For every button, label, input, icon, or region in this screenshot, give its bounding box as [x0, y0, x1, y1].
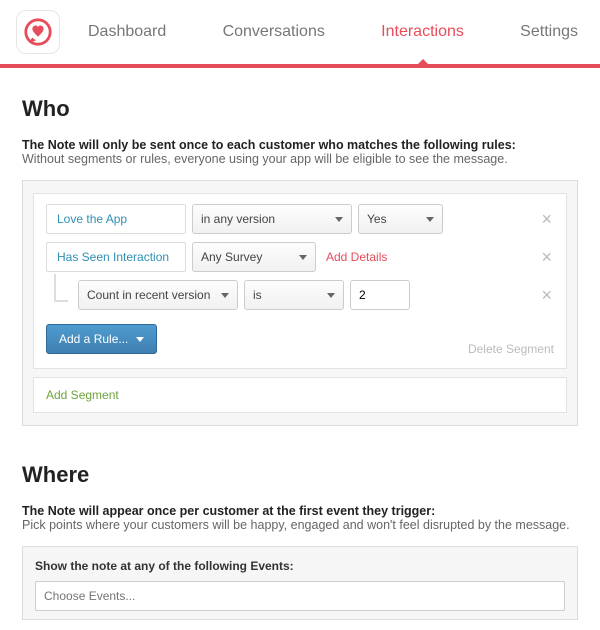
value-select[interactable]: Yes	[358, 204, 443, 234]
operator-select[interactable]: is	[244, 280, 344, 310]
rule-chip[interactable]: Love the App	[46, 204, 186, 234]
count-input[interactable]	[350, 280, 410, 310]
chevron-down-icon	[299, 255, 307, 260]
who-lead-strong: The Note will only be sent once to each …	[22, 138, 578, 152]
survey-select[interactable]: Any Survey	[192, 242, 316, 272]
survey-select-label: Any Survey	[201, 250, 262, 264]
add-rule-button[interactable]: Add a Rule...	[46, 324, 157, 354]
who-lead-sub: Without segments or rules, everyone usin…	[22, 152, 578, 166]
heart-bubble-icon	[23, 17, 53, 47]
rule-sub-row: Count in recent version is ×	[46, 280, 554, 310]
tab-dashboard[interactable]: Dashboard	[82, 1, 172, 63]
rule-chip[interactable]: Has Seen Interaction	[46, 242, 186, 272]
chevron-down-icon	[426, 217, 434, 222]
version-select[interactable]: in any version	[192, 204, 352, 234]
rule-row: Has Seen Interaction Any Survey Add Deta…	[46, 242, 554, 272]
chevron-down-icon	[136, 337, 144, 342]
indent-line	[54, 274, 68, 302]
add-segment-button[interactable]: Add Segment	[33, 377, 567, 413]
add-details-link[interactable]: Add Details	[326, 250, 387, 264]
top-nav: Dashboard Conversations Interactions Set…	[0, 0, 600, 68]
rule-row: Love the App in any version Yes ×	[46, 204, 554, 234]
tab-interactions[interactable]: Interactions	[375, 1, 470, 63]
chevron-down-icon	[327, 293, 335, 298]
chevron-down-icon	[221, 293, 229, 298]
version-select-label: in any version	[201, 212, 275, 226]
metric-select[interactable]: Count in recent version	[78, 280, 238, 310]
events-input[interactable]	[35, 581, 565, 611]
remove-rule-icon[interactable]: ×	[539, 248, 554, 266]
remove-rule-icon[interactable]: ×	[539, 210, 554, 228]
events-panel: Show the note at any of the following Ev…	[22, 546, 578, 620]
tab-conversations[interactable]: Conversations	[217, 1, 331, 63]
who-heading: Who	[22, 96, 578, 122]
events-label: Show the note at any of the following Ev…	[35, 559, 565, 573]
tab-settings[interactable]: Settings	[514, 1, 584, 63]
delete-segment-link[interactable]: Delete Segment	[468, 342, 554, 356]
add-rule-label: Add a Rule...	[59, 332, 128, 346]
operator-select-label: is	[253, 288, 262, 302]
value-select-label: Yes	[367, 212, 387, 226]
where-lead-strong: The Note will appear once per customer a…	[22, 504, 578, 518]
metric-select-label: Count in recent version	[87, 288, 210, 302]
segment-box: Love the App in any version Yes × Has Se…	[33, 193, 567, 369]
where-heading: Where	[22, 462, 578, 488]
app-logo	[16, 10, 60, 54]
chevron-down-icon	[335, 217, 343, 222]
where-lead-sub: Pick points where your customers will be…	[22, 518, 578, 532]
remove-rule-icon[interactable]: ×	[539, 286, 554, 304]
rules-panel: Love the App in any version Yes × Has Se…	[22, 180, 578, 426]
